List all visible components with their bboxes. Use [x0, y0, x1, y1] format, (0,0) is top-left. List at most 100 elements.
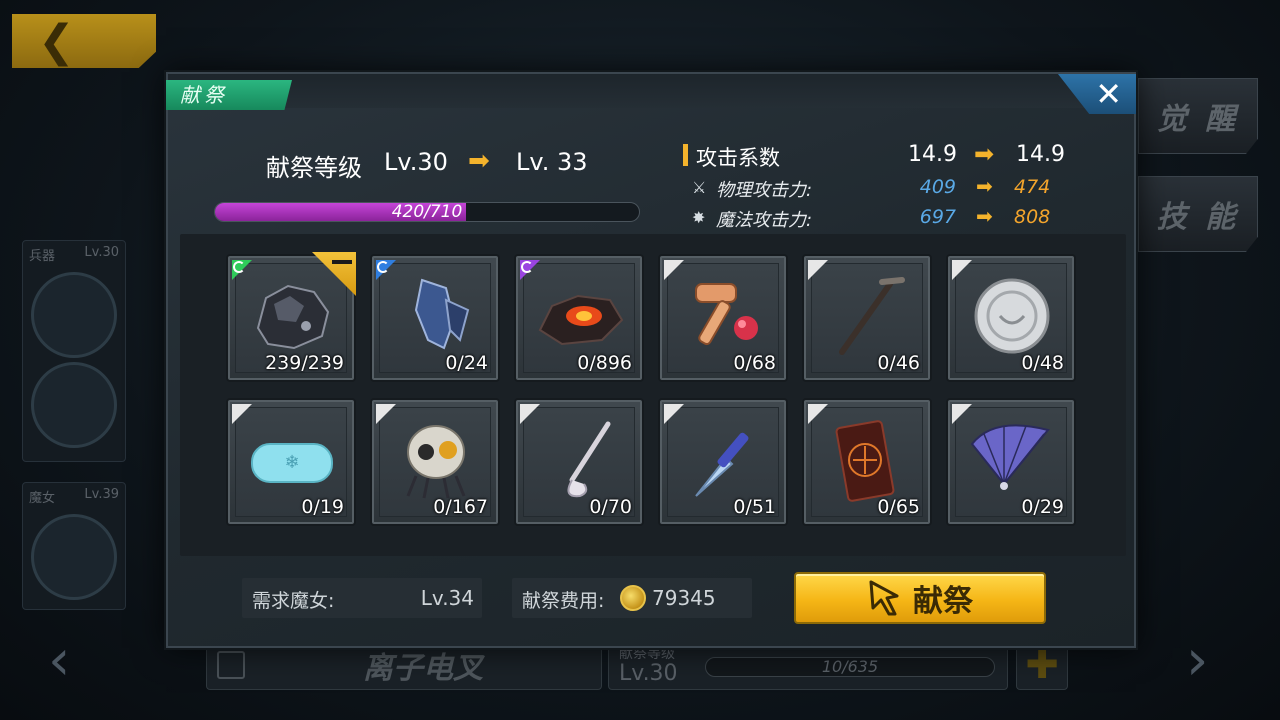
weapon-card-header: 兵器 Lv.30	[23, 241, 125, 268]
material-slot[interactable]: 0/65	[802, 398, 932, 526]
material-slot[interactable]: 0/48	[946, 254, 1076, 382]
sword-icon: ⚔	[692, 178, 707, 197]
back-button[interactable]: ❮	[12, 14, 156, 68]
weapon-card-label: 兵器	[29, 249, 56, 264]
material-count: 0/24	[445, 352, 488, 374]
level-arrow-icon: ➡	[468, 146, 490, 176]
witch-card[interactable]: 魔女 Lv.39	[22, 482, 126, 610]
witch-card-label: 魔女	[29, 491, 56, 506]
sacrifice-level-label: 献祭等级	[266, 154, 362, 182]
material-count: 0/51	[733, 496, 776, 518]
witch-card-level: Lv.39	[84, 487, 119, 502]
prev-arrow-icon[interactable]: ‹	[48, 628, 70, 693]
material-slot[interactable]: 0/46	[802, 254, 932, 382]
magic-attack-label: 魔法攻击力:	[716, 210, 813, 231]
material-slot[interactable]: 0/896	[514, 254, 644, 382]
close-icon: ✕	[1095, 75, 1122, 113]
magic-arrow-icon: ➡	[976, 204, 993, 228]
attack-coefficient-label: 攻击系数	[696, 146, 780, 170]
skill-label: 技 能	[1156, 200, 1240, 235]
weapon-name: 离子电叉	[363, 651, 483, 686]
requirement-label: 需求魔女:	[252, 590, 335, 612]
gold-coin-icon	[620, 585, 646, 611]
witch-card-header: 魔女 Lv.39	[23, 483, 125, 510]
modal-title-text: 献祭	[180, 83, 228, 107]
awaken-label: 觉 醒	[1156, 102, 1240, 137]
material-slot[interactable]: 239/239	[226, 252, 356, 382]
minus-icon	[332, 260, 352, 264]
attack-coefficient-to: 14.9	[1016, 142, 1065, 167]
crystal-icon	[388, 270, 484, 360]
material-count: 0/68	[733, 352, 776, 374]
edit-icon[interactable]	[217, 651, 245, 679]
skull-icon	[388, 414, 484, 504]
ore-icon	[244, 270, 340, 360]
requirement-box: 需求魔女: Lv.34	[242, 578, 482, 618]
soap-icon: ❄	[244, 414, 340, 504]
modal-header	[168, 74, 1134, 108]
material-slot[interactable]: ❄ 0/19	[226, 398, 356, 526]
material-slot[interactable]: 0/24	[370, 254, 500, 382]
sacrifice-modal: 献祭 ✕ 献祭等级 Lv.30 ➡ Lv. 33 420/710 攻击系数 14…	[166, 72, 1136, 648]
material-slot[interactable]: 0/68	[658, 254, 788, 382]
cost-value: 79345	[652, 586, 716, 610]
cost-label: 献祭费用:	[522, 590, 605, 612]
bg-sacrifice-level: Lv.30	[619, 661, 678, 686]
sacrifice-level-to: Lv. 33	[516, 148, 588, 176]
material-slot[interactable]: 0/51	[658, 398, 788, 526]
physical-attack-label: 物理攻击力:	[716, 180, 813, 201]
weapon-portrait-secondary	[31, 362, 117, 448]
wand-icon: ✸	[692, 208, 706, 227]
material-slot[interactable]: 0/167	[370, 398, 500, 526]
material-count: 0/896	[577, 352, 632, 374]
talisman-icon	[820, 414, 916, 504]
sacrifice-button[interactable]: 献祭	[794, 572, 1046, 624]
stat-header-marker	[683, 144, 688, 166]
bg-sacrifice-progress-text: 10/635	[821, 657, 879, 676]
material-count: 0/70	[589, 496, 632, 518]
material-count: 0/46	[877, 352, 920, 374]
material-count: 0/65	[877, 496, 920, 518]
physical-arrow-icon: ➡	[976, 174, 993, 198]
plus-icon: ✚	[1025, 642, 1059, 688]
physical-attack-from: 409	[919, 176, 956, 198]
weapon-card-level: Lv.30	[84, 245, 119, 260]
weapon-portrait	[31, 272, 117, 358]
sacrifice-icon	[869, 580, 899, 616]
material-count: 0/29	[1021, 496, 1064, 518]
stat-arrow-icon: ➡	[974, 140, 995, 168]
skill-tab[interactable]: 技 能	[1138, 176, 1258, 252]
material-slot[interactable]: 0/29	[946, 398, 1076, 526]
material-count: 0/19	[301, 496, 344, 518]
requirement-value: Lv.34	[420, 586, 474, 610]
pipe-icon	[532, 414, 628, 504]
magic-attack-to: 808	[1014, 206, 1051, 228]
sacrifice-progress-bar: 420/710	[214, 202, 640, 222]
modal-title: 献祭	[166, 80, 292, 110]
attack-coefficient-from: 14.9	[908, 142, 957, 167]
cane-icon	[820, 270, 916, 360]
back-arrow-icon: ❮	[38, 15, 75, 67]
magic-attack-from: 697	[919, 206, 956, 228]
materials-grid: 239/239 0/24 0/896 0/68 0/46 0/48 ❄ 0/19 0/167 0/…	[180, 234, 1126, 556]
svg-text:❄: ❄	[284, 452, 299, 473]
progress-text: 420/710	[391, 202, 463, 222]
witch-portrait	[31, 514, 117, 600]
physical-attack-to: 474	[1014, 176, 1051, 198]
material-count: 0/167	[433, 496, 488, 518]
sacrifice-button-label: 献祭	[913, 584, 973, 619]
material-slot[interactable]: 0/70	[514, 398, 644, 526]
lava-rock-icon	[532, 270, 628, 360]
material-count: 239/239	[265, 352, 344, 374]
weapon-card[interactable]: 兵器 Lv.30	[22, 240, 126, 462]
next-arrow-icon[interactable]: ›	[1186, 628, 1208, 693]
awaken-tab[interactable]: 觉 醒	[1138, 78, 1258, 154]
sacrifice-level-from: Lv.30	[384, 148, 448, 176]
knife-icon	[676, 414, 772, 504]
material-count: 0/48	[1021, 352, 1064, 374]
kendama-icon	[676, 270, 772, 360]
fan-icon	[964, 414, 1060, 504]
cost-box: 献祭费用: 79345	[512, 578, 752, 618]
coin-icon	[964, 270, 1060, 360]
bg-sacrifice-progress: 10/635	[705, 657, 995, 677]
